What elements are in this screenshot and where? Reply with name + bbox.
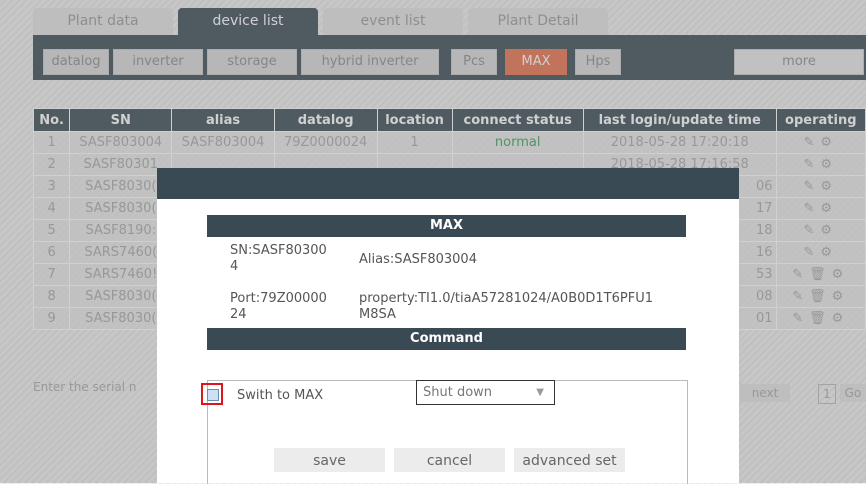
advanced-set-button[interactable]: advanced set	[514, 448, 625, 472]
device-property: property:TI1.0/tiaA57281024/A0B0D1T6PFU1…	[359, 291, 653, 322]
switch-to-max-checkbox[interactable]	[207, 389, 219, 401]
device-alias: Alias:SASF803004	[359, 252, 477, 267]
save-button[interactable]: save	[274, 448, 385, 472]
modal-title: MAX	[207, 215, 686, 237]
command-section-title: Command	[207, 328, 686, 350]
command-select[interactable]: Shut down ▼	[416, 380, 555, 405]
chevron-down-icon: ▼	[536, 387, 544, 398]
command-select-value: Shut down	[423, 385, 493, 400]
cancel-button[interactable]: cancel	[394, 448, 505, 472]
device-port: Port:79Z00000 24	[230, 291, 327, 322]
modal-header	[157, 168, 739, 199]
max-command-dialog: MAX SN:SASF80300 4 Alias:SASF803004 Port:…	[157, 199, 739, 484]
device-sn: SN:SASF80300 4	[230, 243, 327, 274]
switch-to-max-label: Swith to MAX	[237, 388, 324, 403]
